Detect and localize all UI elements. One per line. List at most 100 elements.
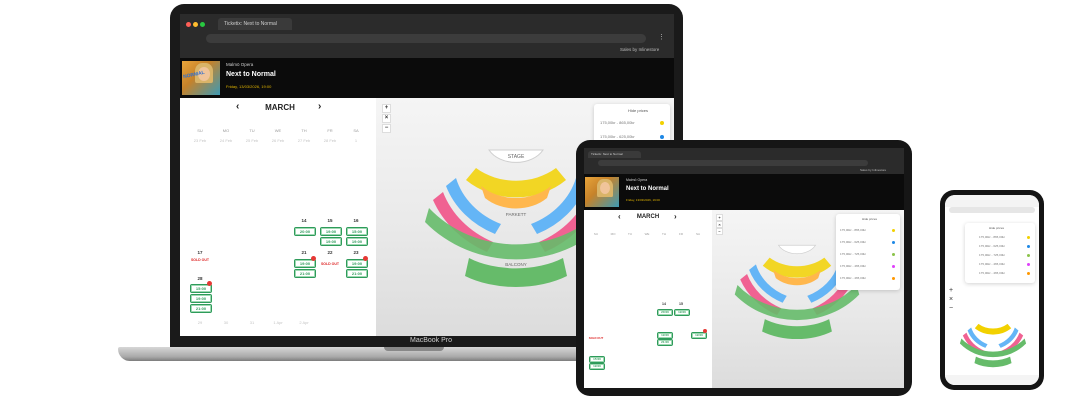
price-dot-pink bbox=[892, 265, 895, 268]
weekday-sa: SA bbox=[695, 232, 700, 236]
tab-title: Ticketix: Next to Normal bbox=[591, 152, 623, 156]
showtime-button[interactable]: 19:00 bbox=[674, 309, 690, 316]
weekday-su: SU bbox=[197, 128, 203, 133]
showtime-button[interactable]: 19:00 bbox=[320, 237, 342, 246]
zoom-out-button[interactable]: − bbox=[382, 124, 391, 133]
bookmark-label[interactable]: Sales by Inlinestore bbox=[620, 47, 659, 52]
low-availability-badge bbox=[311, 256, 316, 261]
showtime-button[interactable]: 19:00 bbox=[346, 237, 368, 246]
day-cell: 1 Apr bbox=[273, 320, 283, 325]
hide-prices-toggle[interactable]: Hide prices bbox=[628, 108, 648, 113]
prev-month-button[interactable]: ‹ bbox=[236, 101, 239, 112]
price-row: 175,00kr - 865,00kr bbox=[840, 228, 867, 232]
phone-address-bar[interactable] bbox=[949, 207, 1035, 213]
price-dot-orange bbox=[1027, 272, 1030, 275]
seat-map-panel[interactable]: + × − Hide prices 175,00kr - 865,00kr 17… bbox=[712, 210, 904, 388]
event-hero: NORMAL Malmö Opera Next to Normal Friday… bbox=[180, 58, 674, 98]
browser-tab[interactable]: Ticketix: Next to Normal bbox=[588, 151, 641, 158]
section-green[interactable] bbox=[762, 319, 832, 340]
window-min-dot[interactable] bbox=[193, 22, 198, 27]
stage-label: STAGE bbox=[508, 154, 525, 160]
zoom-in-button[interactable]: + bbox=[716, 214, 723, 221]
hide-prices-toggle[interactable]: Hide prices bbox=[989, 226, 1004, 230]
sold-out-label: SOLD OUT bbox=[320, 262, 340, 266]
price-row: 175,00kr - 725,00kr bbox=[840, 252, 867, 256]
price-row: 175,00kr - 465,00kr bbox=[840, 264, 867, 268]
tablet-device: Ticketix: Next to Normal Sales by Inline… bbox=[576, 140, 912, 396]
address-bar[interactable] bbox=[598, 160, 868, 166]
showtime-button[interactable]: 19:00 bbox=[589, 363, 605, 370]
zoom-reset-button[interactable]: × bbox=[716, 221, 723, 228]
zoom-out-button[interactable]: − bbox=[716, 228, 723, 235]
seat-map-graphic[interactable] bbox=[951, 313, 1035, 373]
menu-icon[interactable]: ⋮ bbox=[658, 33, 665, 41]
event-title: Next to Normal bbox=[626, 186, 669, 192]
next-month-button[interactable]: › bbox=[318, 101, 321, 112]
price-dot-pink bbox=[1027, 263, 1030, 266]
tab-title: Ticketix: Next to Normal bbox=[224, 21, 277, 27]
showtime-button[interactable]: 20:00 bbox=[657, 309, 673, 316]
weekday-th: TH bbox=[662, 232, 666, 236]
browser-tab[interactable]: Ticketix: Next to Normal bbox=[218, 18, 292, 30]
hide-prices-toggle[interactable]: Hide prices bbox=[862, 217, 877, 221]
day-23: 23 bbox=[353, 250, 359, 255]
weekday-tu: TU bbox=[249, 128, 255, 133]
parkett-label: PARKETT bbox=[506, 212, 527, 217]
showtime-button[interactable]: 15:00 bbox=[346, 227, 368, 236]
section-yellow[interactable] bbox=[466, 168, 566, 198]
showtime-button[interactable]: 21:00 bbox=[657, 339, 673, 346]
showtime-button[interactable]: 21:00 bbox=[294, 269, 316, 278]
tablet-screen: Ticketix: Next to Normal Sales by Inline… bbox=[584, 148, 904, 388]
day-14: 14 bbox=[662, 302, 666, 306]
showtime-button[interactable]: 19:00 bbox=[190, 294, 212, 303]
showtime-button[interactable]: 21:00 bbox=[346, 269, 368, 278]
day-17: 17 bbox=[197, 250, 203, 255]
price-dot-blue bbox=[660, 135, 664, 139]
address-bar[interactable] bbox=[206, 34, 646, 43]
zoom-out-button[interactable]: − bbox=[949, 305, 953, 312]
day-cell: 30 bbox=[223, 320, 229, 325]
weekday-su: SU bbox=[593, 232, 599, 236]
balcony-label: BALCONY bbox=[505, 262, 527, 267]
day-15: 15 bbox=[327, 218, 333, 223]
zoom-reset-button[interactable]: × bbox=[949, 296, 953, 303]
showtime-button[interactable]: 21:00 bbox=[190, 304, 212, 313]
price-row: 175,00kr - 865,00kr bbox=[979, 235, 1006, 239]
calendar-panel: ‹ MARCH › SU MO TU WE TH FR SA 23 Feb 24… bbox=[180, 98, 376, 336]
next-month-button[interactable]: › bbox=[674, 212, 677, 221]
day-14: 14 bbox=[301, 218, 307, 223]
section-yellow[interactable] bbox=[762, 257, 832, 278]
prev-month-button[interactable]: ‹ bbox=[618, 212, 621, 221]
price-legend: Hide prices 175,00kr - 865,00kr 175,00kr… bbox=[965, 223, 1035, 283]
day-cell: 31 bbox=[249, 320, 255, 325]
phone-status-bar bbox=[945, 195, 1039, 207]
day-cell: 26 Feb bbox=[271, 138, 285, 143]
price-dot-yellow bbox=[660, 121, 664, 125]
showtime-button[interactable]: 19:00 bbox=[320, 227, 342, 236]
month-title: MARCH bbox=[265, 103, 295, 112]
day-cell: 23 Feb bbox=[193, 138, 207, 143]
section-green[interactable] bbox=[974, 356, 1012, 368]
window-close-dot[interactable] bbox=[186, 22, 191, 27]
day-16: 16 bbox=[353, 218, 359, 223]
browser-chrome: Ticketix: Next to Normal Sales by Inline… bbox=[584, 148, 904, 174]
showtime-button[interactable]: 15:00 bbox=[589, 356, 605, 363]
showtime-button[interactable]: 20:00 bbox=[294, 227, 316, 236]
section-yellow[interactable] bbox=[974, 323, 1012, 335]
price-dot-yellow bbox=[1027, 236, 1030, 239]
browser-chrome: Ticketix: Next to Normal ⋮ Sales by Inli… bbox=[180, 14, 674, 58]
showtime-button[interactable]: 19:00 bbox=[691, 332, 707, 339]
price-row: 175,00kr - 625,00kr bbox=[979, 244, 1006, 248]
price-dot-orange bbox=[892, 277, 895, 280]
price-row: 175,00kr - 625,00kr bbox=[600, 134, 635, 139]
bookmark-label[interactable]: Sales by Inlinestore bbox=[860, 168, 886, 172]
low-availability-badge bbox=[363, 256, 368, 261]
window-max-dot[interactable] bbox=[200, 22, 205, 27]
price-row: 175,00kr - 465,00kr bbox=[979, 271, 1006, 275]
zoom-in-button[interactable]: + bbox=[949, 287, 953, 294]
low-availability-badge bbox=[703, 329, 707, 333]
zoom-in-button[interactable]: + bbox=[382, 104, 391, 113]
showtime-button[interactable]: 19:00 bbox=[657, 332, 673, 339]
zoom-reset-button[interactable]: × bbox=[382, 114, 391, 123]
day-15: 15 bbox=[679, 302, 683, 306]
